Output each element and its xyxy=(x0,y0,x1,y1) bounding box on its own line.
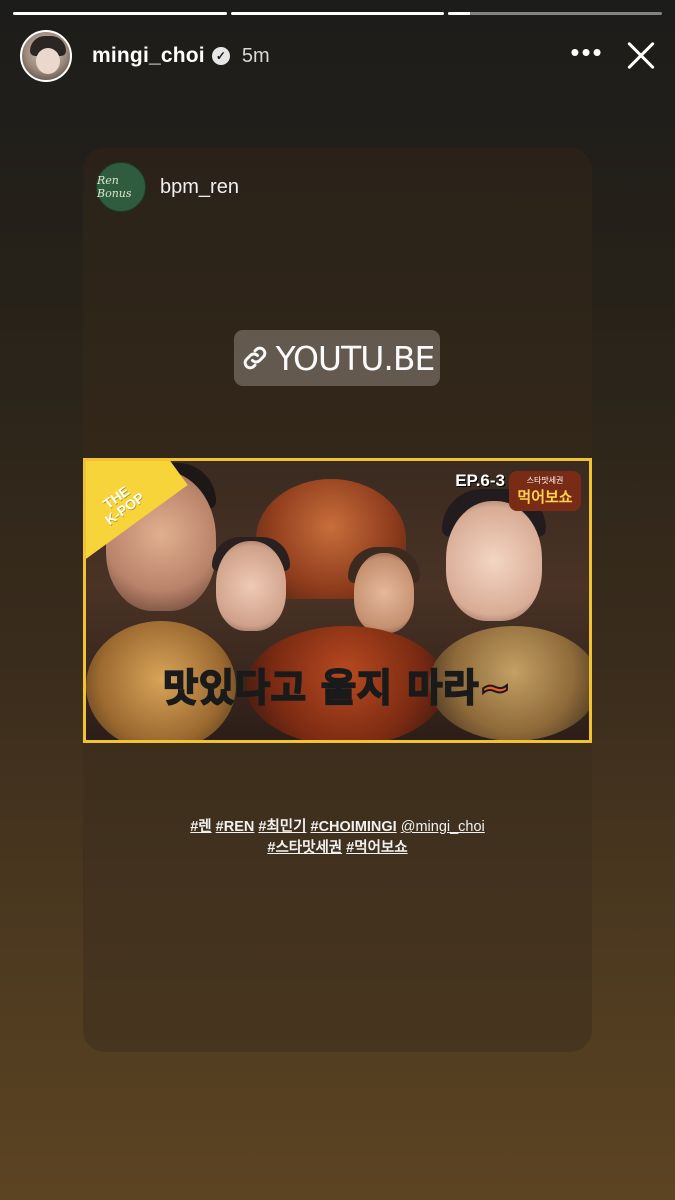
hashtag-link[interactable]: #먹어보쇼 xyxy=(346,840,407,856)
person-image xyxy=(216,541,286,631)
hashtag-link[interactable]: #CHOIMINGI xyxy=(311,819,397,835)
more-icon[interactable]: ••• xyxy=(567,39,607,65)
link-sticker[interactable]: YOUTU.BE xyxy=(234,330,440,386)
caption-part: 맛있다고 울지 xyxy=(162,665,408,711)
episode-label: EP.6-3 xyxy=(455,471,505,490)
caption-part: 마라~ xyxy=(406,665,512,711)
username[interactable]: mingi_choi xyxy=(92,44,205,68)
link-icon xyxy=(243,346,266,370)
progress-segment xyxy=(448,12,663,15)
hashtag-caption: #렌 #REN #최민기 #CHOIMINGI @mingi_choi #스타맛… xyxy=(83,817,592,859)
show-logo-title: 먹어보쇼 xyxy=(517,489,573,506)
hashtag-link[interactable]: #최민기 xyxy=(258,819,306,835)
hashtag-link[interactable]: #렌 xyxy=(190,819,211,835)
card-avatar-text: Ren Bonus xyxy=(97,174,132,200)
person-image xyxy=(446,501,542,621)
link-text: YOUTU.BE xyxy=(275,338,436,378)
verified-badge-icon: ✓ xyxy=(211,47,230,65)
card-header: Ren Bonus bpm_ren xyxy=(96,162,239,212)
card-username[interactable]: bpm_ren xyxy=(160,176,239,199)
hashtag-link[interactable]: #스타맛세권 xyxy=(267,840,342,856)
timestamp: 5m xyxy=(241,44,270,67)
avatar[interactable] xyxy=(20,30,72,82)
mention-link[interactable]: @mingi_choi xyxy=(401,819,485,835)
story-header: mingi_choi ✓ 5m ••• xyxy=(20,30,661,82)
story-progress-bar xyxy=(13,12,663,16)
video-thumbnail[interactable]: THE K-POP EP.6-3 스타맛세권 먹어보쇼 맛있다고 울지 마라~ xyxy=(83,458,592,743)
show-logo-sub: 스타맛세권 xyxy=(526,476,564,485)
thumbnail-caption: 맛있다고 울지 마라~ xyxy=(86,657,589,712)
person-image xyxy=(354,553,414,633)
hashtag-link[interactable]: #REN xyxy=(216,819,255,835)
close-icon[interactable] xyxy=(621,36,661,76)
card-avatar[interactable]: Ren Bonus xyxy=(96,162,146,212)
show-logo: 스타맛세권 먹어보쇼 xyxy=(509,471,581,511)
progress-segment xyxy=(13,12,227,15)
progress-segment xyxy=(230,12,445,15)
